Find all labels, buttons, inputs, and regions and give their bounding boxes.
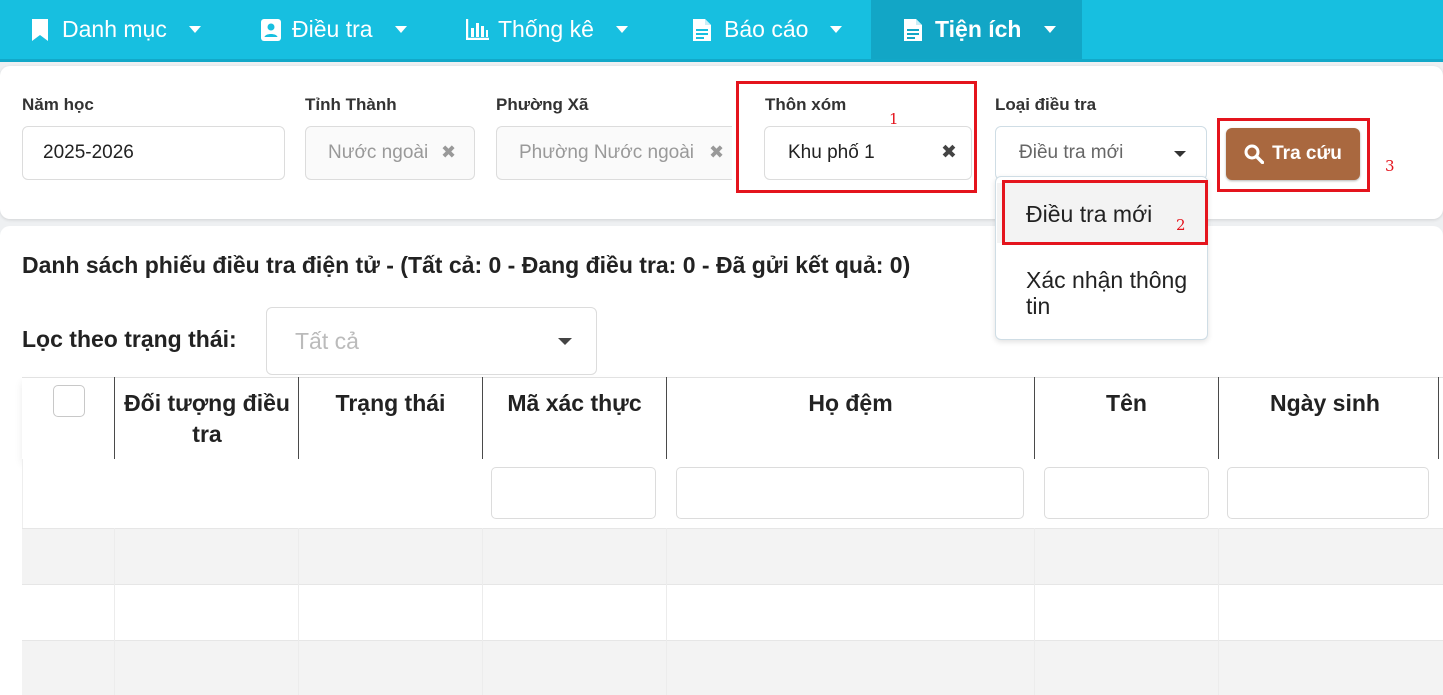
nav-dieu-tra[interactable]: Điều tra xyxy=(260,0,407,59)
nav-danh-muc[interactable]: Danh mục xyxy=(30,0,201,59)
option-xac-nhan-thong-tin[interactable]: Xác nhận thông tin xyxy=(997,267,1207,323)
status-filter-value: Tất cả xyxy=(295,328,359,354)
annotation-2: 2 xyxy=(1176,216,1186,234)
nav-label: Báo cáo xyxy=(724,16,809,42)
nav-label: Thống kê xyxy=(498,16,594,42)
tinh-thanh-value: Nước ngoài xyxy=(328,142,429,163)
status-filter-label: Lọc theo trạng thái: xyxy=(22,326,237,352)
column-header-ngay-sinh[interactable]: Ngày sinh xyxy=(1219,378,1431,460)
row-divider xyxy=(1034,528,1035,695)
loai-dieu-tra-value: Điều tra mới xyxy=(1019,142,1124,163)
phuong-xa-label: Phường Xã xyxy=(496,95,589,114)
row-divider xyxy=(114,528,115,695)
clear-icon[interactable]: ✖ xyxy=(709,142,724,163)
nam-hoc-label: Năm học xyxy=(22,95,94,114)
highlight-box-search xyxy=(1217,118,1370,192)
nav-label: Tiện ích xyxy=(935,16,1022,42)
option-label: Xác nhận thông tin xyxy=(1026,267,1188,319)
annotation-1: 1 xyxy=(889,110,899,128)
contact-card-icon xyxy=(260,18,282,42)
table-row xyxy=(22,640,1443,695)
phuong-xa-value: Phường Nước ngoài xyxy=(519,142,694,163)
top-navbar: Danh mục Điều tra Thống kê Báo cáo Tiện … xyxy=(0,0,1443,62)
row-divider xyxy=(1218,528,1219,695)
tinh-thanh-label: Tỉnh Thành xyxy=(305,95,397,114)
document-icon xyxy=(903,18,925,42)
ten-filter-input[interactable] xyxy=(1044,467,1209,519)
table-row xyxy=(22,528,1443,584)
chevron-down-icon xyxy=(558,338,572,345)
column-header-doi-tuong[interactable]: Đối tượng điều tra xyxy=(115,378,299,460)
column-header-ma-xac-thuc[interactable]: Mã xác thực xyxy=(483,378,666,460)
chevron-down-icon xyxy=(830,26,843,33)
nav-thong-ke[interactable]: Thống kê xyxy=(465,0,628,59)
row-divider xyxy=(666,528,667,695)
bookmark-icon xyxy=(30,18,52,42)
nav-label: Điều tra xyxy=(292,16,373,42)
nav-bao-cao[interactable]: Báo cáo xyxy=(692,0,843,59)
column-header-ho-dem[interactable]: Họ đệm xyxy=(667,378,1034,460)
row-divider xyxy=(298,528,299,695)
highlight-box-option xyxy=(1002,180,1208,245)
bar-chart-icon xyxy=(465,18,489,42)
chevron-down-icon xyxy=(394,26,407,33)
chevron-down-icon xyxy=(188,26,201,33)
clear-icon[interactable]: ✖ xyxy=(441,142,456,163)
chevron-down-icon xyxy=(615,26,628,33)
chevron-down-icon xyxy=(1174,151,1186,157)
loai-dieu-tra-select[interactable]: Điều tra mới xyxy=(995,126,1207,180)
phuong-xa-select[interactable]: Phường Nước ngoài ✖ xyxy=(496,126,732,180)
chevron-down-icon xyxy=(1043,26,1056,33)
table-row xyxy=(22,584,1443,640)
table-header: Đối tượng điều tra Trạng thái Mã xác thự… xyxy=(22,377,1443,459)
status-filter-select[interactable]: Tất cả xyxy=(266,307,597,375)
highlight-box-thon-xom xyxy=(736,81,977,193)
nam-hoc-select[interactable]: 2025-2026 xyxy=(22,126,285,180)
ngay-sinh-filter-input[interactable] xyxy=(1227,467,1429,519)
annotation-3: 3 xyxy=(1385,157,1395,175)
list-title: Danh sách phiếu điều tra điện tử - (Tất … xyxy=(22,252,911,278)
nam-hoc-value: 2025-2026 xyxy=(43,142,134,163)
nav-tien-ich[interactable]: Tiện ích xyxy=(871,0,1082,59)
row-divider xyxy=(482,528,483,695)
column-header-ten[interactable]: Tên xyxy=(1035,378,1218,460)
ma-xac-thuc-filter-input[interactable] xyxy=(491,467,656,519)
ho-dem-filter-input[interactable] xyxy=(676,467,1024,519)
nav-label: Danh mục xyxy=(62,16,167,42)
tinh-thanh-select[interactable]: Nước ngoài ✖ xyxy=(305,126,475,180)
loai-dieu-tra-label: Loại điều tra xyxy=(995,95,1097,114)
select-all-checkbox[interactable] xyxy=(53,385,85,417)
document-icon xyxy=(692,18,714,42)
column-header-trang-thai[interactable]: Trạng thái xyxy=(299,378,482,460)
